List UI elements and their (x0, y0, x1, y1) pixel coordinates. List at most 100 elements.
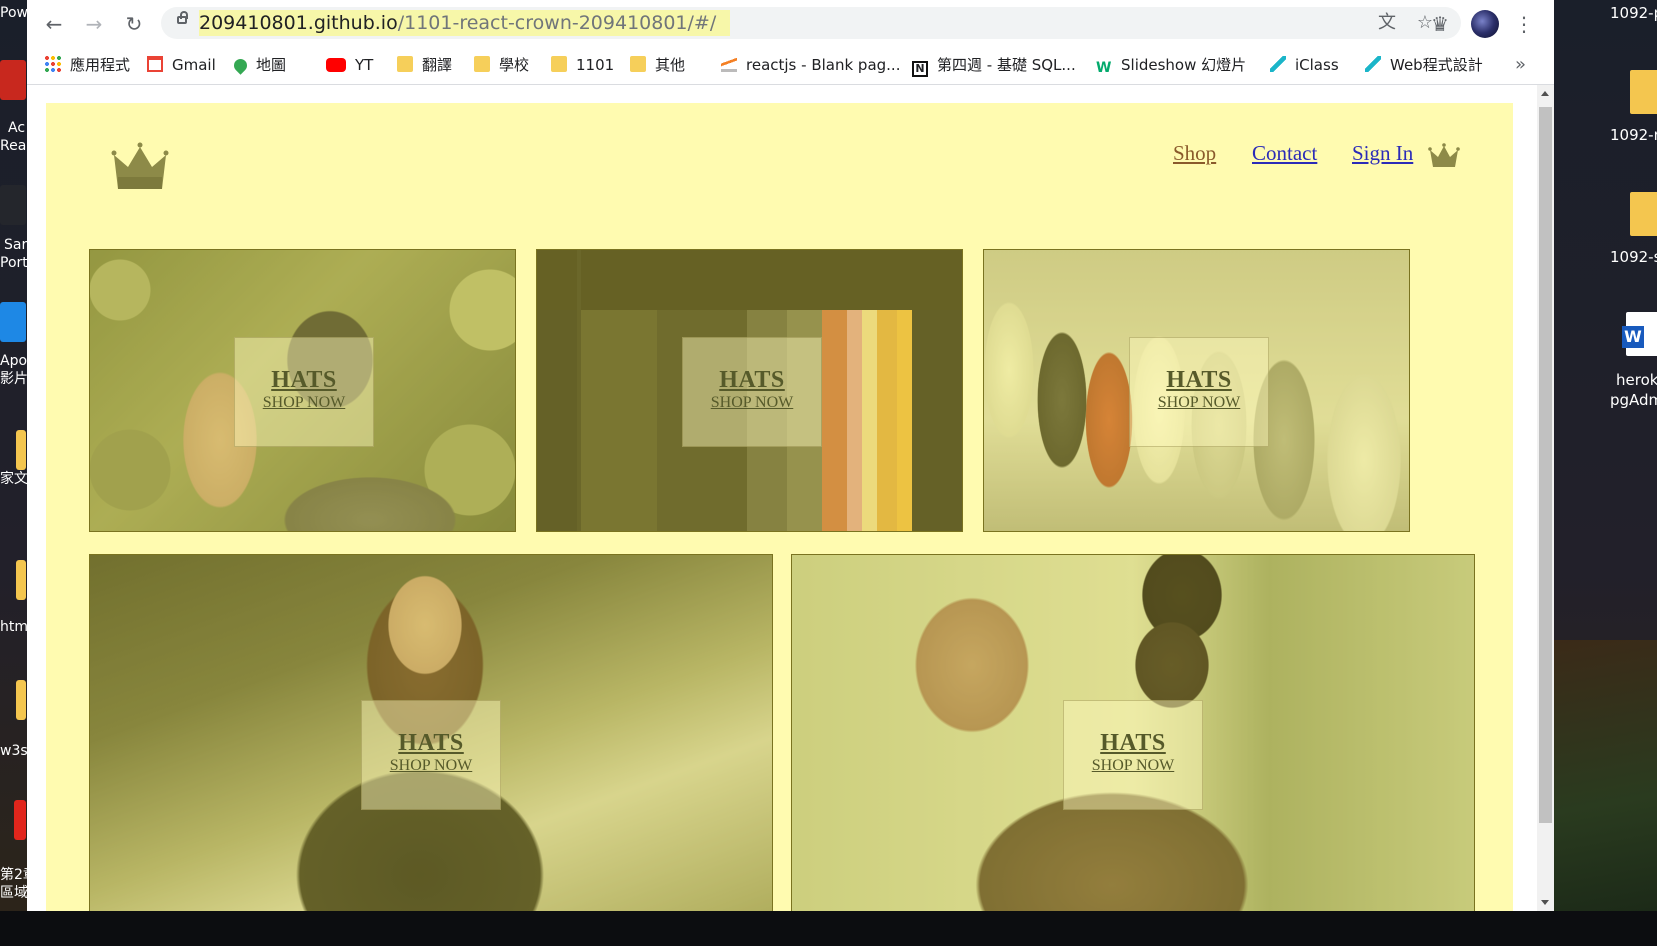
bookmark-folder-1101[interactable]: 1101 (551, 51, 614, 79)
lock-icon[interactable] (177, 11, 188, 24)
gmail-icon (147, 56, 163, 72)
category-tile-sneakers[interactable]: HATS SHOP NOW (983, 249, 1410, 532)
page-viewport: Shop Contact Sign In HATS SHOP NOW HATS … (27, 85, 1537, 911)
nav-link-sign-in[interactable]: Sign In (1352, 141, 1413, 166)
translate-icon[interactable]: 文 (1376, 12, 1398, 34)
desktop-label: w3s- (0, 743, 27, 759)
category-tile-womens[interactable]: HATS SHOP NOW (89, 554, 773, 911)
apps-grid-icon (45, 56, 61, 72)
desktop-shortcut-acrobat[interactable] (0, 60, 27, 100)
app-icon (0, 302, 26, 342)
browser-toolbar: ← → ↻ 209410801.github.io/1101-react-cro… (27, 0, 1554, 46)
desktop-folder[interactable] (0, 680, 27, 720)
bookmark-iclass[interactable]: iClass (1270, 51, 1339, 79)
scrollbar-thumb[interactable] (1539, 107, 1552, 823)
folder-icon (1630, 192, 1657, 236)
bookmark-label: 地圖 (256, 56, 287, 74)
desktop-label: Pow (0, 5, 27, 21)
vertical-scrollbar[interactable] (1537, 85, 1554, 911)
reload-icon[interactable]: ↻ (121, 11, 147, 37)
bookmark-youtube[interactable]: YT (326, 51, 373, 79)
crown-icon (1428, 143, 1460, 167)
desktop-label: pgAdm (1610, 391, 1657, 409)
bookmark-folder-other[interactable]: 其他 (630, 51, 685, 79)
tile-title: HATS (398, 730, 464, 756)
folder-icon (551, 56, 567, 72)
desktop-folder[interactable] (0, 430, 27, 470)
desktop-label: Ac (8, 120, 26, 136)
nav-link-shop[interactable]: Shop (1173, 141, 1216, 166)
desktop-label: 家文 (0, 471, 27, 487)
desktop-folder[interactable] (0, 560, 27, 600)
url-text[interactable]: 209410801.github.io/1101-react-crown-209… (199, 10, 731, 36)
bookmark-label: Web程式設計 (1390, 56, 1483, 74)
url-host: 209410801.github.io (199, 12, 398, 34)
category-tile-mens[interactable]: HATS SHOP NOW (791, 554, 1475, 911)
crown-logo[interactable] (108, 141, 172, 195)
bookmark-label: 學校 (499, 56, 530, 74)
scroll-up-arrow-icon[interactable] (1541, 91, 1549, 96)
folder-icon (16, 430, 26, 470)
desktop-right-strip: 1092-p 1092-r 1092-s W herok pgAdm (1554, 0, 1657, 946)
bookmark-label: 翻譯 (422, 56, 453, 74)
tile-shop-now: SHOP NOW (389, 757, 473, 774)
bookmark-web-programming[interactable]: Web程式設計 (1365, 51, 1483, 79)
desktop-label: 1092-s (1610, 248, 1657, 266)
desktop-shortcut-pdf[interactable] (0, 800, 27, 840)
bookmark-maps[interactable]: 地圖 (231, 51, 287, 79)
category-tile-jackets[interactable]: HATS SHOP NOW (536, 249, 963, 532)
cart-crown-icon[interactable] (1427, 143, 1461, 173)
bookmark-apps[interactable]: 應用程式 (45, 51, 130, 79)
iclass-icon (1365, 56, 1381, 72)
bookmark-label: Gmail (172, 56, 216, 74)
desktop-left-strip: Pow Ac Rea Sar Porta Apo 影片 家文 html w3s-… (0, 0, 27, 946)
forward-arrow-icon[interactable]: → (81, 11, 107, 37)
url-path: /1101-react-crown-209410801/#/ (397, 12, 717, 34)
desktop-label: 1092-r (1610, 126, 1657, 144)
nav-link-contact[interactable]: Contact (1252, 141, 1317, 166)
address-bar[interactable]: 209410801.github.io/1101-react-crown-209… (161, 7, 1461, 39)
desktop-shortcut-sap[interactable] (0, 185, 27, 225)
back-arrow-icon[interactable]: ← (41, 11, 67, 37)
stackoverflow-icon (721, 56, 737, 72)
tile-label-box[interactable]: HATS SHOP NOW (361, 700, 501, 810)
desktop-label: Sar (4, 237, 27, 253)
category-tile-hats[interactable]: HATS SHOP NOW (89, 249, 516, 532)
desktop-label: Apo (0, 353, 27, 369)
tile-label-box[interactable]: HATS SHOP NOW (1063, 700, 1203, 810)
w3schools-icon: W (1096, 60, 1112, 76)
bookmark-label: iClass (1295, 56, 1339, 74)
tile-title: HATS (1166, 367, 1232, 393)
menu-kebab-icon[interactable]: ⋮ (1511, 11, 1537, 37)
scroll-down-arrow-icon[interactable] (1541, 900, 1549, 905)
tile-label-box[interactable]: HATS SHOP NOW (234, 337, 374, 447)
crown-shop-page: Shop Contact Sign In HATS SHOP NOW HATS … (46, 103, 1513, 911)
tile-shop-now: SHOP NOW (1157, 394, 1241, 411)
bookmark-stackoverflow[interactable]: reactjs - Blank pag... (721, 51, 900, 79)
bookmark-notion[interactable]: N 第四週 - 基礎 SQL... (912, 51, 1076, 79)
bookmark-folder-translate[interactable]: 翻譯 (397, 51, 452, 79)
profile-avatar[interactable] (1471, 10, 1499, 38)
folder-icon (16, 680, 26, 720)
desktop-shortcut-apowersoft[interactable] (0, 302, 27, 342)
bookmark-folder-school[interactable]: 學校 (474, 51, 529, 79)
tile-title: HATS (1100, 730, 1166, 756)
desktop-label: herok (1616, 371, 1657, 389)
tile-title: HATS (719, 367, 785, 393)
bookmark-label: 1101 (576, 56, 615, 74)
tile-shop-now: SHOP NOW (262, 394, 346, 411)
bookmark-label: 應用程式 (70, 56, 131, 74)
desktop-label: 第2章 (0, 867, 27, 883)
bookmarks-overflow-chevron-icon[interactable]: » (1515, 51, 1526, 79)
tile-label-box[interactable]: HATS SHOP NOW (1129, 337, 1269, 447)
desktop-label: html (0, 619, 27, 635)
youtube-icon (326, 58, 346, 72)
bookmark-w3schools[interactable]: W Slideshow 幻燈片 (1096, 51, 1246, 79)
tile-label-box[interactable]: HATS SHOP NOW (682, 337, 822, 447)
word-document-icon: W (1622, 312, 1657, 356)
crown-logo-icon (111, 142, 169, 189)
bookmark-label: YT (355, 56, 374, 74)
extensions-puzzle-icon[interactable]: ♛ (1427, 11, 1453, 37)
desktop-label: Porta (0, 255, 27, 271)
bookmark-gmail[interactable]: Gmail (147, 51, 216, 79)
